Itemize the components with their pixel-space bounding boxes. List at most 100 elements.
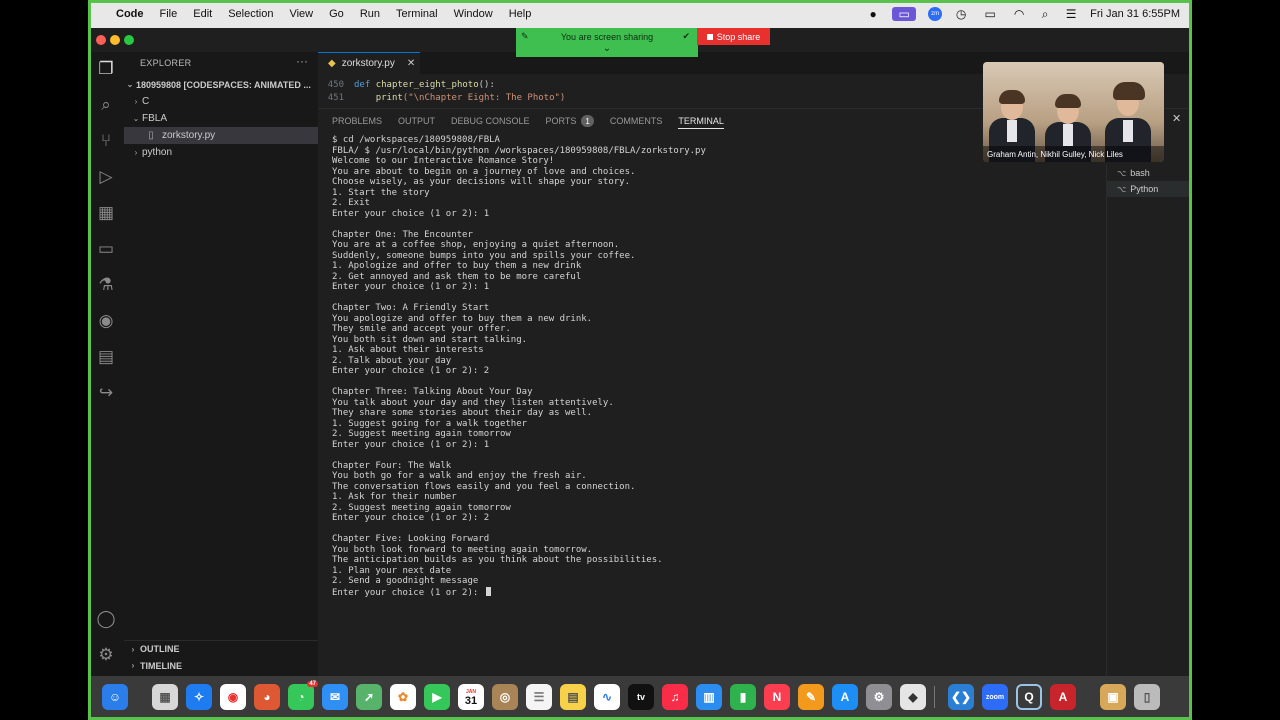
notes-icon[interactable]: ▤ bbox=[560, 684, 586, 710]
terminal-line: $ cd /workspaces/180959808/FBLA bbox=[332, 135, 500, 145]
tree-item-c[interactable]: › C bbox=[124, 93, 318, 110]
system-settings-icon[interactable]: ⚙ bbox=[866, 684, 892, 710]
live-share-icon[interactable]: ↪ bbox=[88, 378, 124, 408]
terminal-list: ⌥ bash ⌥ Python bbox=[1106, 165, 1192, 677]
record-icon[interactable]: ● bbox=[866, 7, 880, 21]
stop-share-button[interactable]: Stop share bbox=[697, 28, 770, 45]
window-minimize-button[interactable] bbox=[110, 35, 120, 45]
terminal-line: You both go for a walk and enjoy the fre… bbox=[332, 471, 587, 481]
terminal-line: Chapter One: The Encounter bbox=[332, 229, 473, 240]
terminal-item-label: Python bbox=[1130, 184, 1159, 194]
zoom-menubar-icon[interactable]: zm bbox=[928, 7, 943, 21]
duckduckgo-icon[interactable]: ◕ bbox=[254, 684, 280, 710]
timeline-section[interactable]: › TIMELINE bbox=[124, 657, 318, 674]
source-control-icon[interactable]: ⑂ bbox=[88, 126, 124, 156]
menubar-clock[interactable]: Fri Jan 31 6:55PM bbox=[1090, 8, 1180, 20]
accounts-icon[interactable]: ◯ bbox=[88, 604, 124, 634]
extensions-icon[interactable]: ▦ bbox=[88, 198, 124, 228]
tab-ports[interactable]: PORTS 1 bbox=[546, 113, 594, 129]
calendar-icon[interactable]: JAN 31 bbox=[458, 684, 484, 710]
tab-output[interactable]: OUTPUT bbox=[398, 113, 435, 129]
reminders-icon[interactable]: ☰ bbox=[526, 684, 552, 710]
zoom-video-tile[interactable]: Graham Antin, Nikhil Gulley, Nick Liles bbox=[983, 62, 1164, 162]
remote-explorer-icon[interactable]: ▭ bbox=[88, 234, 124, 264]
menu-file[interactable]: File bbox=[160, 8, 178, 20]
terminal-line: 2. Send a goodnight message bbox=[332, 576, 479, 586]
docker-icon[interactable]: ▤ bbox=[88, 342, 124, 372]
terminal-item-python[interactable]: ⌥ Python bbox=[1107, 181, 1192, 197]
messages-icon[interactable]: ◔ 47 bbox=[288, 681, 318, 710]
maps-icon[interactable]: ➚ bbox=[356, 684, 382, 710]
roblox-icon[interactable]: ◆ bbox=[900, 684, 926, 710]
numbers-icon[interactable]: ▮ bbox=[730, 684, 756, 710]
window-zoom-button[interactable] bbox=[124, 35, 134, 45]
photos-icon[interactable]: ✿ bbox=[390, 684, 416, 710]
app-store-icon[interactable]: A bbox=[832, 684, 858, 710]
tab-terminal[interactable]: TERMINAL bbox=[678, 113, 724, 129]
terminal-line: Enter your choice (1 or 2): 1 bbox=[332, 282, 490, 292]
notes-app-icon[interactable]: ◎ bbox=[492, 684, 518, 710]
tab-zorkstory[interactable]: ◆ zorkstory.py ✕ bbox=[318, 52, 420, 74]
menu-help[interactable]: Help bbox=[509, 8, 532, 20]
safari-icon[interactable]: ✧ bbox=[186, 684, 212, 710]
mail-icon[interactable]: ✉ bbox=[322, 684, 348, 710]
pages-icon[interactable]: ✎ bbox=[798, 684, 824, 710]
tab-debug-console[interactable]: DEBUG CONSOLE bbox=[451, 113, 530, 129]
zoom-icon[interactable]: zoom bbox=[982, 684, 1008, 710]
menu-go[interactable]: Go bbox=[329, 8, 344, 20]
close-panel-icon[interactable]: ✕ bbox=[1172, 112, 1181, 125]
menu-view[interactable]: View bbox=[289, 8, 313, 20]
wifi-icon[interactable]: ◠ bbox=[1012, 7, 1026, 21]
outline-section[interactable]: › OUTLINE bbox=[124, 640, 318, 657]
acrobat-icon[interactable]: A bbox=[1050, 684, 1076, 710]
gear-icon[interactable]: ⚙ bbox=[88, 640, 124, 670]
search-icon[interactable]: ⌕ bbox=[88, 90, 124, 120]
tab-problems[interactable]: PROBLEMS bbox=[332, 113, 382, 129]
app-menu-code[interactable]: Code bbox=[116, 8, 144, 20]
news-icon[interactable]: N bbox=[764, 684, 790, 710]
explorer-sidebar: EXPLORER ··· ⌄ 180959808 [CODESPACES: AN… bbox=[124, 52, 318, 676]
apple-tv-icon[interactable]: tv bbox=[628, 684, 654, 710]
github-icon[interactable]: ◉ bbox=[88, 306, 124, 336]
menu-edit[interactable]: Edit bbox=[193, 8, 212, 20]
screen-share-icon[interactable]: ▭ bbox=[892, 7, 917, 21]
menu-terminal[interactable]: Terminal bbox=[396, 8, 438, 20]
window-close-button[interactable] bbox=[96, 35, 106, 45]
archive-icon[interactable]: ▣ bbox=[1100, 684, 1126, 710]
keynote-icon[interactable]: ▥ bbox=[696, 684, 722, 710]
explorer-icon[interactable]: ❐ bbox=[88, 54, 124, 84]
quicktime-icon[interactable]: Q bbox=[1016, 684, 1042, 710]
more-actions-icon[interactable]: ··· bbox=[296, 54, 308, 68]
music-icon[interactable]: ♫ bbox=[662, 684, 688, 710]
workspace-root[interactable]: ⌄ 180959808 [CODESPACES: ANIMATED ... bbox=[124, 76, 318, 93]
chevron-down-icon[interactable]: ⌄ bbox=[516, 43, 698, 54]
tree-item-python[interactable]: › python bbox=[124, 144, 318, 161]
facetime-icon[interactable]: ▶ bbox=[424, 684, 450, 710]
tree-item-zorkstory[interactable]: ▯ zorkstory.py bbox=[124, 127, 318, 144]
menu-run[interactable]: Run bbox=[360, 8, 380, 20]
time-machine-icon[interactable]: ◷ bbox=[954, 7, 968, 21]
screen-sharing-banner[interactable]: ✎ You are screen sharing ✔ ⌄ bbox=[516, 28, 698, 57]
terminal-item-bash[interactable]: ⌥ bash bbox=[1107, 165, 1192, 181]
trash-icon[interactable]: ▯ bbox=[1134, 684, 1160, 710]
launchpad-icon[interactable]: ▦ bbox=[152, 684, 178, 710]
terminal-line: 2. Exit bbox=[332, 198, 370, 208]
finder-icon[interactable]: ☺ bbox=[102, 684, 128, 710]
run-debug-icon[interactable]: ▷ bbox=[88, 162, 124, 192]
tree-item-fbla[interactable]: ⌄ FBLA bbox=[124, 110, 318, 127]
testing-icon[interactable]: ⚗ bbox=[88, 270, 124, 300]
terminal-output[interactable]: $ cd /workspaces/180959808/FBLA FBLA/ $ /… bbox=[332, 135, 1092, 598]
control-center-icon[interactable]: ☰ bbox=[1064, 7, 1078, 21]
terminal-line: You are at a coffee shop, enjoying a qui… bbox=[332, 240, 620, 250]
tab-comments[interactable]: COMMENTS bbox=[610, 113, 663, 129]
freeform-icon[interactable]: ∿ bbox=[594, 684, 620, 710]
battery-icon[interactable]: ▭ bbox=[980, 7, 1000, 21]
chrome-icon[interactable]: ◉ bbox=[220, 684, 246, 710]
spotlight-search-icon[interactable]: ⌕ bbox=[1038, 7, 1052, 21]
vscode-icon[interactable]: ❮❯ bbox=[948, 684, 974, 710]
menu-selection[interactable]: Selection bbox=[228, 8, 273, 20]
menu-window[interactable]: Window bbox=[454, 8, 493, 20]
close-icon[interactable]: ✕ bbox=[407, 58, 415, 69]
